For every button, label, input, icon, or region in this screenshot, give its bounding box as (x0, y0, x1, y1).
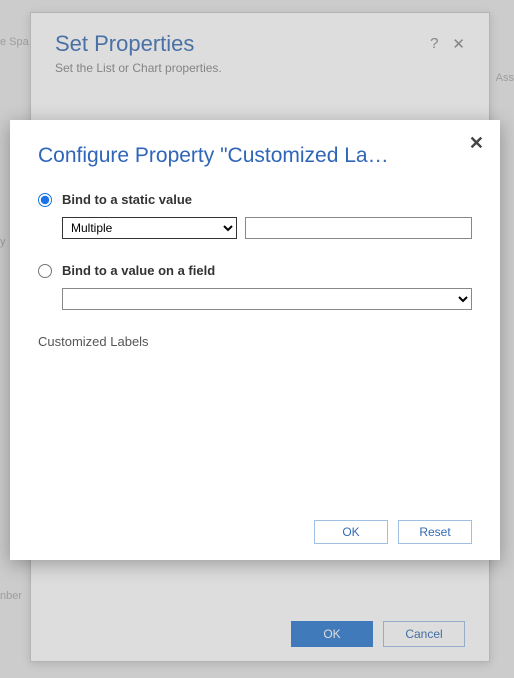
field-value-select[interactable] (62, 288, 472, 310)
bind-field-option[interactable]: Bind to a value on a field (38, 263, 472, 278)
bind-field-label: Bind to a value on a field (62, 263, 215, 278)
bind-static-label: Bind to a static value (62, 192, 192, 207)
bind-field-controls (62, 288, 472, 310)
reset-button[interactable]: Reset (398, 520, 472, 544)
dialog-title: Configure Property "Customized La… (38, 144, 448, 168)
property-description: Customized Labels (38, 334, 472, 349)
dialog-footer: OK Reset (314, 520, 472, 544)
close-icon[interactable]: ✕ (469, 134, 484, 152)
bind-field-radio[interactable] (38, 264, 52, 278)
bind-static-option[interactable]: Bind to a static value (38, 192, 472, 207)
static-value-select[interactable]: Multiple (62, 217, 237, 239)
configure-property-dialog: ✕ Configure Property "Customized La… Bin… (10, 120, 500, 560)
bind-static-controls: Multiple (62, 217, 472, 239)
bind-static-radio[interactable] (38, 193, 52, 207)
ok-button[interactable]: OK (314, 520, 388, 544)
static-value-input[interactable] (245, 217, 472, 239)
